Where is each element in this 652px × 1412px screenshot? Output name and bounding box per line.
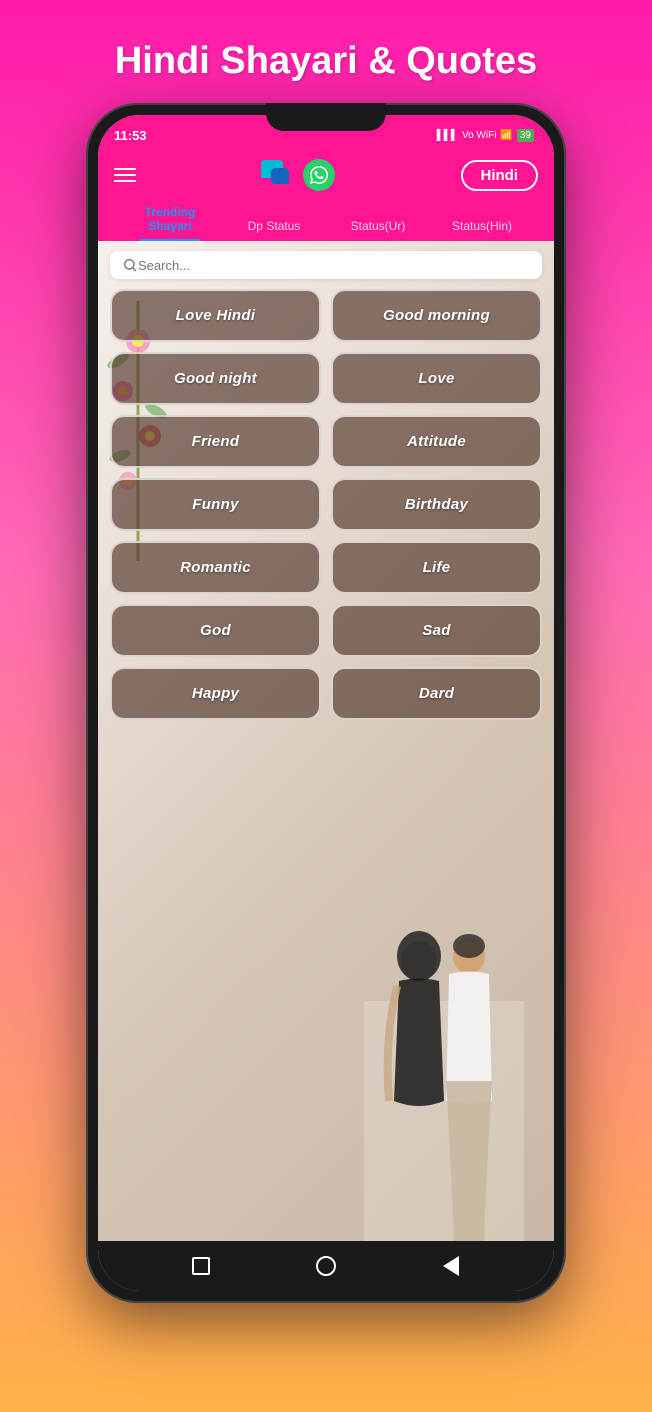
header-top: Hindi xyxy=(114,159,538,199)
category-funny[interactable]: Funny xyxy=(110,478,321,531)
category-good-morning[interactable]: Good morning xyxy=(331,289,542,342)
nav-home-button[interactable] xyxy=(313,1253,339,1279)
category-birthday[interactable]: Birthday xyxy=(331,478,542,531)
category-sad[interactable]: Sad xyxy=(331,604,542,657)
tab-status-ur[interactable]: Status(Ur) xyxy=(326,213,430,241)
signal-icon: ▌▌▌ xyxy=(437,130,458,141)
header-icons xyxy=(261,159,335,191)
app-title: Hindi Shayari & Quotes xyxy=(115,40,537,83)
couple-silhouette xyxy=(364,901,524,1241)
category-friend[interactable]: Friend xyxy=(110,415,321,468)
phone-frame: 11:53 ▌▌▌ Vo WiFi 📶 39 xyxy=(86,103,566,1303)
chat-icon[interactable] xyxy=(261,160,295,190)
whatsapp-icon[interactable] xyxy=(303,159,335,191)
category-dard[interactable]: Dard xyxy=(331,667,542,720)
search-icon xyxy=(122,257,138,273)
categories-grid: Love Hindi Good morning Good night Love … xyxy=(98,289,554,720)
status-time: 11:53 xyxy=(114,128,147,143)
category-happy[interactable]: Happy xyxy=(110,667,321,720)
nav-triangle-icon xyxy=(443,1256,459,1276)
nav-bar xyxy=(98,1241,554,1291)
tab-status-hin[interactable]: Status(Hin) xyxy=(430,213,534,241)
category-god[interactable]: God xyxy=(110,604,321,657)
phone-screen: 11:53 ▌▌▌ Vo WiFi 📶 39 xyxy=(98,115,554,1291)
search-bar xyxy=(110,251,542,279)
hamburger-menu[interactable] xyxy=(114,168,136,182)
wifi-icon: 📶 xyxy=(500,130,512,141)
category-good-night[interactable]: Good night xyxy=(110,352,321,405)
content-area: Love Hindi Good morning Good night Love … xyxy=(98,241,554,1241)
category-attitude[interactable]: Attitude xyxy=(331,415,542,468)
nav-recent-button[interactable] xyxy=(438,1253,464,1279)
nav-square-icon xyxy=(192,1257,210,1275)
search-input[interactable] xyxy=(138,258,530,273)
app-header: Hindi Trending Shayari Dp Status Status(… xyxy=(98,151,554,241)
navigation-tabs: Trending Shayari Dp Status Status(Ur) St… xyxy=(114,199,538,241)
nav-circle-icon xyxy=(316,1256,336,1276)
category-life[interactable]: Life xyxy=(331,541,542,594)
category-romantic[interactable]: Romantic xyxy=(110,541,321,594)
hindi-language-button[interactable]: Hindi xyxy=(461,160,539,191)
vo-wifi-label: Vo WiFi xyxy=(462,130,496,141)
tab-dp-status[interactable]: Dp Status xyxy=(222,213,326,241)
category-love[interactable]: Love xyxy=(331,352,542,405)
tab-trending-shayari[interactable]: Trending Shayari xyxy=(118,199,222,241)
status-icons: ▌▌▌ Vo WiFi 📶 39 xyxy=(437,129,534,142)
category-love-hindi[interactable]: Love Hindi xyxy=(110,289,321,342)
nav-back-button[interactable] xyxy=(188,1253,214,1279)
phone-notch xyxy=(266,103,386,131)
chat-bubble-2 xyxy=(271,168,289,184)
battery-badge: 39 xyxy=(517,129,534,142)
